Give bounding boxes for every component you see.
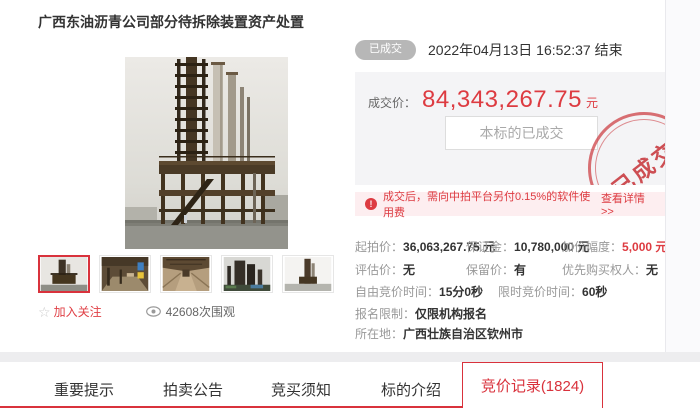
thumbnail-tower-white[interactable] (282, 255, 334, 293)
add-favorite-label: 加入关注 (54, 303, 102, 320)
industrial-tower-photo (125, 57, 288, 249)
right-gutter (666, 0, 700, 352)
exclamation-icon: ! (365, 198, 377, 210)
deal-panel: 成交价： 84,343,267.75 元 本标的已成交 已成交 (355, 72, 665, 185)
deal-price-value: 84,343,267.75 (422, 86, 582, 114)
thumbnail-interior[interactable] (99, 255, 151, 293)
field-reserve: 保留价：有 (466, 261, 526, 278)
thumbnail-tower-selected[interactable] (38, 255, 90, 293)
tab-bar: 重要提示 拍卖公告 竞买须知 标的介绍 竞价记录(1824) (0, 362, 700, 408)
section-separator (0, 352, 700, 362)
view-count-text: 42608次围观 (166, 303, 235, 320)
field-registration: 报名限制：仅限机构报名 (355, 305, 487, 322)
follow-row: ☆ 加入关注 42608次围观 (38, 303, 235, 320)
field-increment: 加价幅度：5,000 元 (562, 238, 667, 255)
status-badge: 已成交 (355, 40, 416, 59)
lot-sold-button[interactable]: 本标的已成交 (445, 116, 598, 150)
tab-bidder-instructions[interactable]: 竞买须知 (271, 379, 331, 400)
star-icon: ☆ (38, 305, 51, 319)
main-photo[interactable] (125, 57, 288, 249)
end-time: 2022年04月13日 16:52:37 结束 (428, 40, 623, 60)
field-free-bid-time: 自由竞价时间：15分0秒 (355, 283, 483, 300)
tab-bidding-records-active[interactable]: 竞价记录(1824) (462, 362, 603, 408)
deal-price-row: 成交价： 84,343,267.75 元 (368, 86, 598, 114)
thumbnail-warehouse[interactable] (160, 255, 212, 293)
status-row: 已成交 2022年04月13日 16:52:37 结束 (355, 40, 623, 60)
field-priority-buyer: 优先购买权人：无 (562, 261, 658, 278)
fee-notice-text: 成交后，需向中拍平台另付0.15%的软件使用费 (383, 188, 601, 220)
tab-lot-introduction[interactable]: 标的介绍 (381, 379, 441, 400)
eye-icon (146, 306, 161, 317)
sold-stamp-text: 已成交 (605, 132, 665, 185)
fee-notice-details-link[interactable]: 查看详情>> (601, 190, 655, 218)
auction-detail-page: 广西东油沥青公司部分待拆除装置资产处置 (0, 0, 700, 408)
page-title: 广西东油沥青公司部分待拆除装置资产处置 (38, 12, 304, 32)
deal-price-unit: 元 (586, 94, 598, 111)
add-favorite-button[interactable]: ☆ 加入关注 (38, 303, 102, 320)
fee-notice-banner: ! 成交后，需向中拍平台另付0.15%的软件使用费 查看详情>> (355, 192, 665, 216)
tab-auction-announcement[interactable]: 拍卖公告 (163, 379, 223, 400)
thumbnail-strip (38, 255, 334, 293)
field-appraisal: 评估价：无 (355, 261, 415, 278)
field-location: 所在地：广西壮族自治区钦州市 (355, 325, 523, 342)
thumbnail-dark-towers[interactable] (221, 255, 273, 293)
tab-important-notice[interactable]: 重要提示 (54, 379, 114, 400)
view-count: 42608次围观 (146, 303, 235, 320)
deal-price-label: 成交价： (368, 94, 416, 111)
field-limited-bid-time: 限时竞价时间：60秒 (498, 283, 607, 300)
